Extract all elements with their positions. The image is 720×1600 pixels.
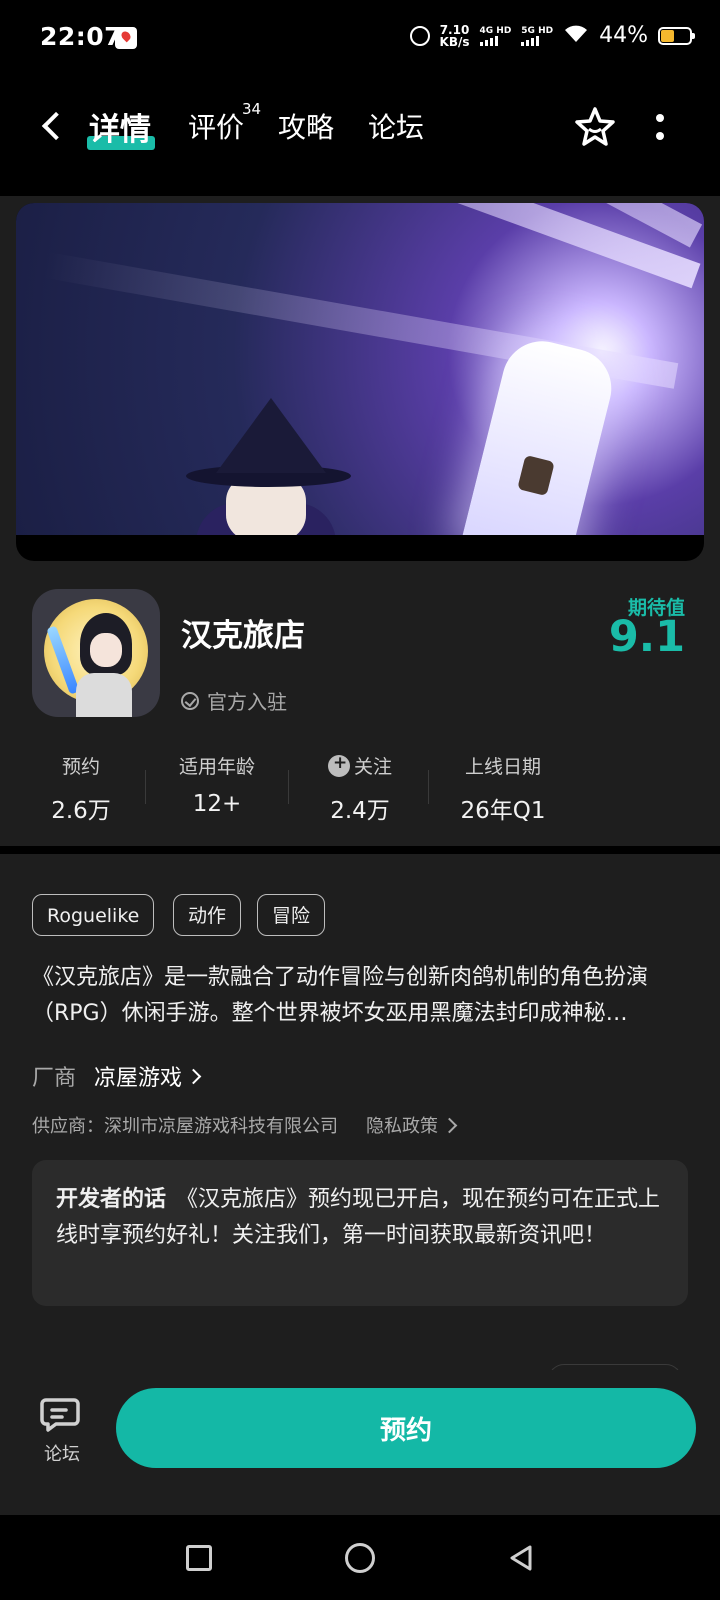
net-speed-unit: KB/s	[439, 34, 470, 49]
game-description[interactable]: 《汉克旅店》是一款融合了动作冒险与创新肉鸽机制的角色扮演（RPG）休闲手游。整个…	[32, 960, 692, 1032]
stat-value: 2.4万	[330, 798, 390, 824]
check-circle-icon	[181, 691, 199, 710]
stat-label: 适用年龄	[178, 756, 255, 778]
app-name: 汉克旅店	[181, 618, 305, 654]
forum-chat-icon[interactable]	[40, 1394, 84, 1434]
stat-age: 适用年龄 12+	[147, 752, 287, 817]
privacy-policy-link[interactable]: 隐私政策	[366, 1112, 458, 1138]
forum-label: 论坛	[44, 1444, 80, 1465]
stat-reservations: 预约 2.6万	[11, 752, 151, 825]
status-indicators: 7.10 KB/s 4G HD 5G HD 44%	[409, 22, 695, 49]
battery-percent: 44%	[599, 23, 648, 48]
tab-guides[interactable]: 攻略	[278, 106, 334, 146]
system-nav-bar	[0, 1515, 720, 1600]
section-divider	[0, 846, 720, 854]
stat-followers[interactable]: 关注 2.4万	[290, 752, 430, 825]
official-verified: 官方入驻	[181, 686, 287, 715]
home-icon[interactable]	[345, 1543, 375, 1573]
reserve-button[interactable]: 预约	[116, 1388, 696, 1468]
developer-note: 开发者的话 《汉克旅店》预约现已开启，现在预约可在正式上线时享预约好礼！关注我们，…	[32, 1160, 688, 1306]
more-options-icon[interactable]	[650, 108, 670, 148]
supplier-row: 供应商：深圳市凉屋游戏科技有限公司 隐私政策	[32, 1112, 458, 1138]
nav-back-icon[interactable]	[506, 1543, 536, 1573]
stat-label: 预约	[61, 756, 100, 778]
stat-divider	[145, 770, 146, 804]
stat-value: 26年Q1	[460, 798, 546, 824]
expectation-score: 9.1	[608, 612, 685, 662]
vendor-name: 凉屋游戏	[94, 1066, 183, 1091]
verified-label: 官方入驻	[207, 690, 287, 714]
back-icon[interactable]	[36, 110, 66, 140]
sim2-signal-icon: 5G HD	[521, 26, 553, 46]
sim2-label: 5G HD	[521, 25, 554, 36]
stat-divider	[288, 770, 289, 804]
chevron-right-icon	[185, 1068, 202, 1084]
bottom-action-bar: 论坛 预约	[0, 1370, 720, 1515]
wifi-icon	[563, 22, 589, 49]
stat-label: 上线日期	[464, 756, 541, 778]
maps-notification-icon	[115, 27, 137, 49]
chevron-right-icon	[441, 1117, 458, 1133]
recents-icon[interactable]	[186, 1545, 212, 1571]
tag-action[interactable]: 动作	[173, 894, 242, 936]
hero-artwork	[16, 203, 704, 535]
stat-release-date: 上线日期 26年Q1	[433, 752, 573, 825]
vendor-link[interactable]: 凉屋游戏	[94, 1060, 202, 1092]
net-speed-value: 7.10	[439, 22, 470, 37]
status-time: 22:07	[40, 22, 123, 51]
favorite-star-icon[interactable]	[572, 104, 618, 150]
top-nav: 详情 评价 34 攻略 论坛	[0, 78, 720, 196]
stat-divider	[428, 770, 429, 804]
tab-details[interactable]: 详情	[89, 104, 151, 149]
stat-label: 关注	[353, 756, 392, 778]
vendor-label: 厂商	[32, 1066, 77, 1091]
developer-note-title: 开发者的话	[56, 1187, 167, 1212]
net-speed: 7.10 KB/s	[440, 24, 470, 48]
app-icon	[32, 589, 160, 717]
supplier-text: 供应商：深圳市凉屋游戏科技有限公司	[32, 1116, 338, 1137]
reviews-count-badge: 34	[242, 100, 262, 118]
hero-banner[interactable]	[16, 203, 704, 561]
tab-forum[interactable]: 论坛	[368, 106, 424, 146]
alarm-icon	[409, 25, 430, 46]
follow-heart-icon	[327, 753, 350, 777]
sim1-label: 4G HD	[479, 25, 512, 36]
sim1-signal-icon: 4G HD	[479, 25, 512, 46]
stat-value: 12+	[192, 791, 242, 817]
tag-roguelike[interactable]: Roguelike	[32, 894, 155, 936]
status-bar: 22:07 7.10 KB/s 4G HD 5G HD 44%	[0, 0, 720, 78]
battery-icon	[658, 26, 695, 45]
tab-reviews[interactable]: 评价	[188, 106, 244, 146]
stat-value: 2.6万	[51, 798, 111, 824]
tag-adventure[interactable]: 冒险	[257, 894, 326, 936]
vendor-row: 厂商 凉屋游戏	[32, 1060, 202, 1092]
privacy-label: 隐私政策	[366, 1116, 438, 1137]
